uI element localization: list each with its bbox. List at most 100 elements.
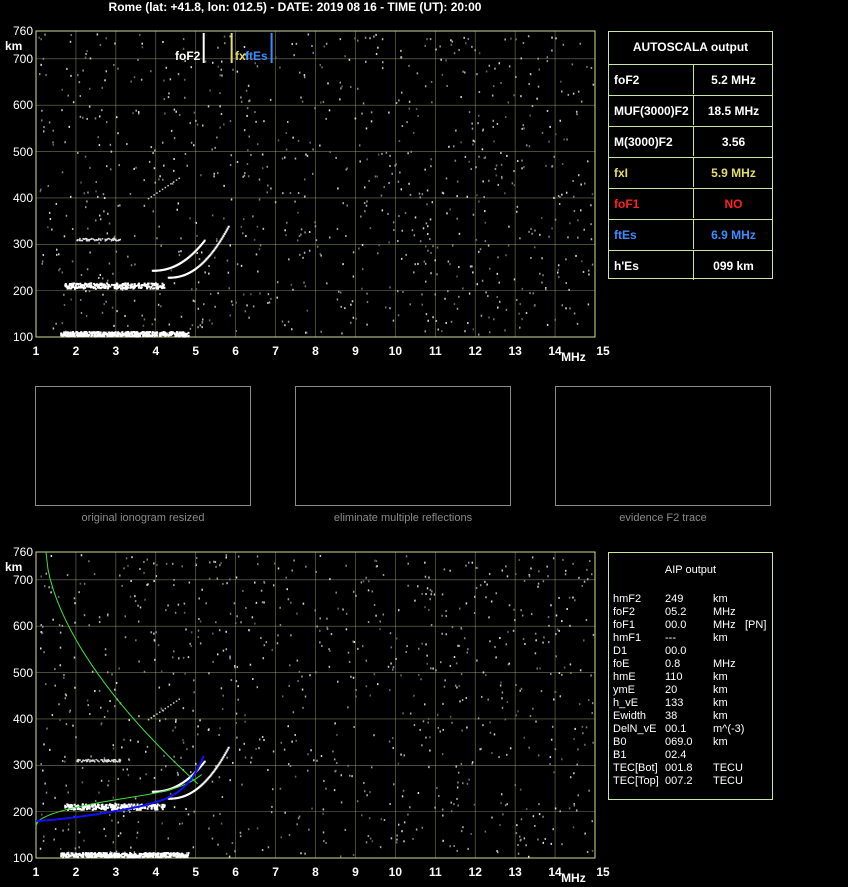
x-tick-label: 4: [152, 865, 160, 879]
aip-cell: hmE: [613, 671, 636, 683]
autoscala-key: MUF(3000)F2: [614, 104, 689, 118]
x-tick-label: 12: [468, 865, 482, 879]
x-tick-label: 1: [32, 865, 40, 879]
x-tick-label: 12: [468, 344, 482, 358]
y-tick-label: 700: [12, 572, 33, 587]
caption-eliminate: eliminate multiple reflections: [333, 512, 473, 524]
autoscala-row: MUF(3000)F2 18.5 MHz: [609, 95, 772, 125]
aip-cell: 38: [665, 710, 678, 722]
y-tick-label: 300: [12, 237, 33, 252]
y-tick-label: 200: [12, 804, 33, 819]
aip-cell: DelN_vE: [613, 723, 657, 735]
x-unit-label: MHz: [561, 871, 586, 885]
aip-cell: TEC[Bot]: [613, 762, 658, 774]
y-tick-label: 600: [12, 98, 33, 113]
aip-cell: TECU: [713, 775, 743, 787]
autoscala-row: fxI 5.9 MHz: [609, 157, 772, 187]
aip-cell: 00.0: [665, 645, 687, 657]
caption-original: original ionogram resized: [81, 512, 205, 524]
autoscala-value: 18.5 MHz: [707, 104, 760, 118]
autoscala-key: foF1: [614, 197, 640, 211]
aip-cell: MHz: [713, 606, 736, 618]
x-tick-label: 5: [192, 344, 200, 358]
aip-cell: 0.8: [665, 658, 681, 670]
x-tick-label: 7: [272, 344, 279, 358]
x-tick-label: 10: [388, 344, 403, 358]
x-tick-label: 6: [232, 344, 239, 358]
aip-cell: TECU: [713, 762, 743, 774]
aip-cell: Ewidth: [613, 710, 647, 722]
x-tick-label: 8: [312, 865, 319, 879]
autoscala-key: ftEs: [614, 228, 637, 242]
aip-title: AIP output: [664, 564, 717, 576]
x-tick-label: 6: [232, 865, 239, 879]
x-tick-label: 5: [192, 865, 200, 879]
autoscala-row: M(3000)F2 3.56: [609, 126, 772, 156]
x-tick-label: 13: [508, 865, 522, 879]
aip-cell: MHz: [713, 619, 736, 631]
aip-cell: 110: [665, 671, 683, 683]
y-unit-label: km: [5, 560, 23, 574]
aip-cell: km: [713, 697, 728, 709]
autoscala-value: 6.9 MHz: [711, 228, 756, 242]
autoscala-key: fxI: [614, 166, 629, 180]
aip-cell: B0: [613, 736, 627, 748]
aip-cell: 00.1: [665, 723, 687, 735]
x-tick-label: 15: [596, 344, 610, 358]
aip-cell: km: [713, 671, 728, 683]
aip-cell: 02.4: [665, 749, 687, 761]
autoscala-value: 5.2 MHz: [711, 73, 756, 87]
aip-cell: 05.2: [665, 606, 687, 618]
x-tick-label: 1: [32, 344, 40, 358]
aip-cell: B1: [613, 749, 627, 761]
x-tick-label: 4: [152, 344, 160, 358]
aip-cell: m^(-3): [713, 723, 745, 735]
aip-cell: 069.0: [665, 736, 693, 748]
aip-cell: hmF2: [613, 593, 642, 605]
y-tick-label: 400: [12, 190, 33, 205]
aip-cell: [PN]: [745, 619, 767, 631]
thumb-evidence-f2: [555, 386, 771, 506]
x-tick-label: 15: [596, 865, 610, 879]
aip-cell: km: [713, 736, 728, 748]
aip-cell: foE: [613, 658, 630, 670]
x-tick-label: 7: [272, 865, 279, 879]
y-tick-label: 300: [12, 758, 33, 773]
y-tick-label: 760: [12, 545, 33, 559]
aip-cell: km: [713, 684, 728, 696]
x-tick-label: 9: [352, 344, 359, 358]
x-tick-label: 11: [428, 865, 442, 879]
aip-cell: 007.2: [665, 775, 693, 787]
autoscala-value: 3.56: [721, 135, 746, 149]
aip-cell: hmF1: [613, 632, 642, 644]
autoscala-panel: AUTOSCALA output foF2 5.2 MHz MUF(3000)F2 1…: [608, 31, 773, 280]
aip-cell: 133: [665, 697, 684, 709]
x-tick-label: 13: [508, 344, 522, 358]
x-tick-label: 2: [72, 344, 80, 358]
aip-cell: ymE: [613, 684, 635, 696]
foF2-marker-label: foF2: [175, 49, 201, 63]
autoscala-title: AUTOSCALA output: [632, 40, 749, 54]
aip-cell: TEC[Top]: [613, 775, 659, 787]
x-tick-label: 2: [72, 865, 80, 879]
aip-cell: km: [713, 710, 728, 722]
x-unit-label: MHz: [561, 350, 586, 364]
y-unit-label: km: [5, 39, 23, 53]
aip-cell: 001.8: [665, 762, 693, 774]
y-tick-label: 760: [12, 24, 33, 38]
x-tick-label: 8: [312, 344, 319, 358]
autoscala-value: 099 km: [713, 259, 754, 273]
y-tick-label: 100: [12, 330, 33, 344]
thumb-eliminate-multiple: [295, 386, 511, 506]
x-tick-label: 11: [428, 344, 442, 358]
x-tick-label: 9: [352, 865, 359, 879]
thumb-original: [35, 386, 251, 506]
bottom-ionogram: [35, 551, 596, 859]
aip-cell: km: [713, 593, 728, 605]
x-tick-label: 3: [112, 344, 120, 358]
aip-cell: h_vE: [613, 697, 639, 709]
aip-cell: ---: [665, 632, 676, 644]
y-tick-label: 400: [12, 711, 33, 726]
autoscala-key: foF2: [614, 73, 640, 87]
autoscala-value: NO: [724, 197, 743, 211]
